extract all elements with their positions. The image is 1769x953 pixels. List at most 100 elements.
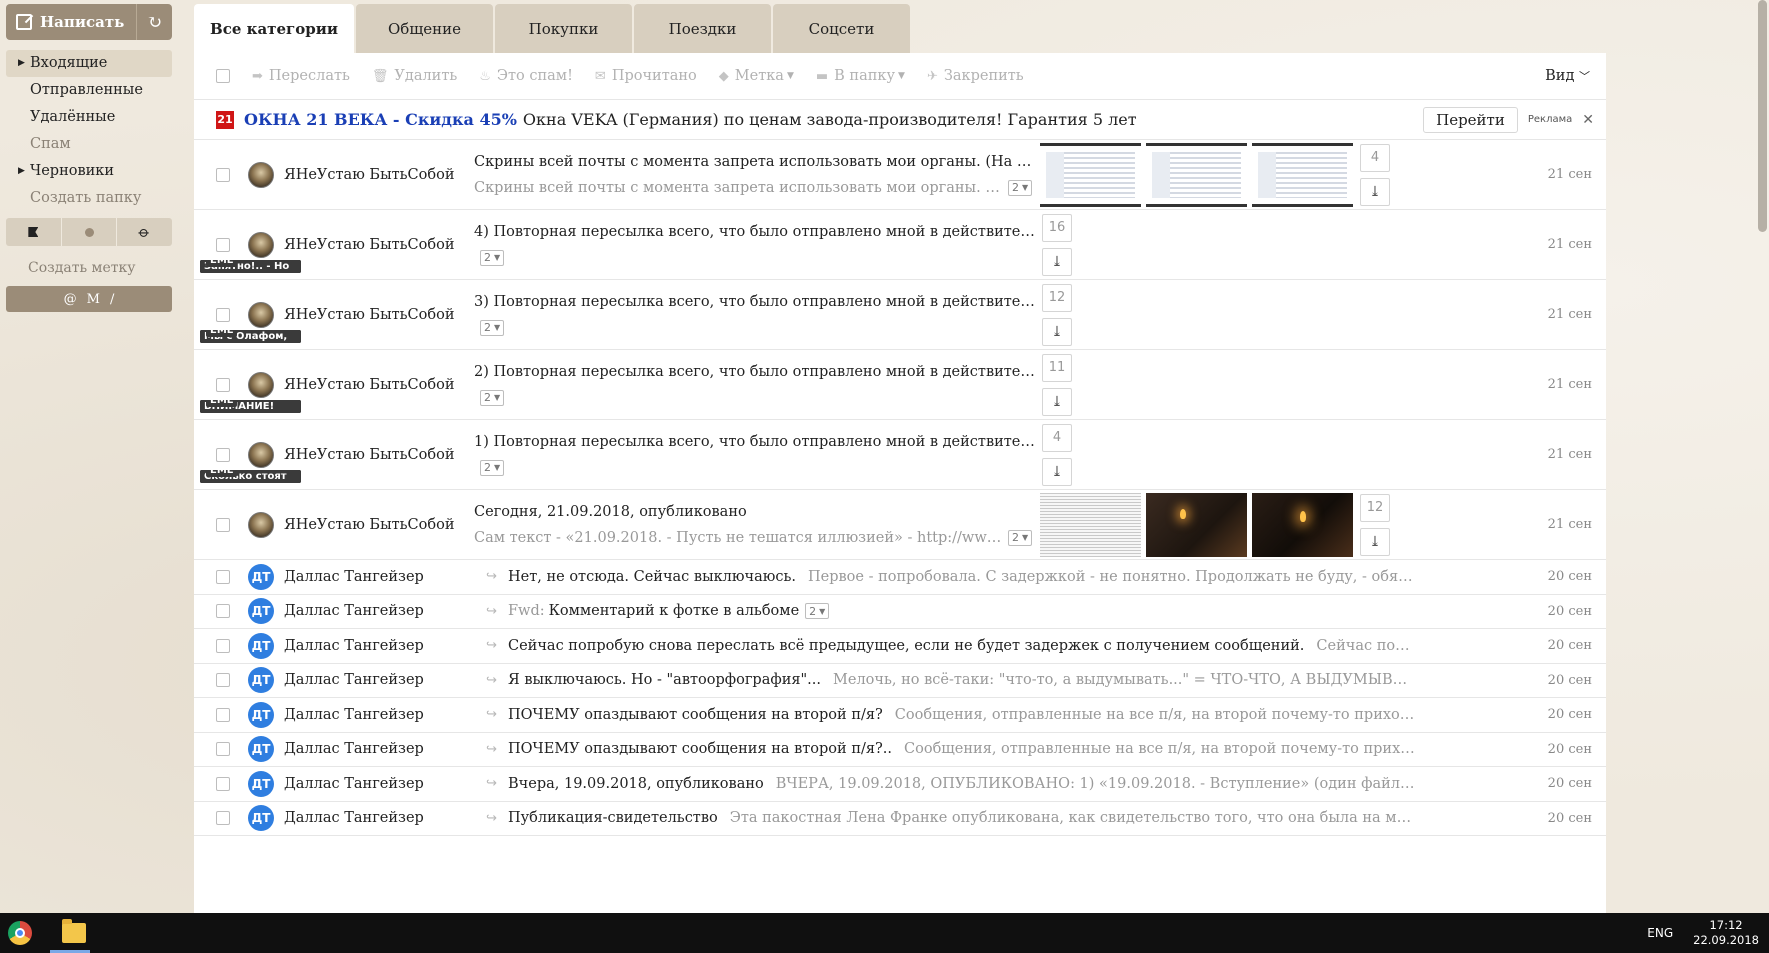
sidebar-folder[interactable]: ▶ Черновики <box>6 158 172 185</box>
select-all-checkbox[interactable] <box>216 69 230 83</box>
attachment-preview[interactable]: ВНИМАНИЕ! !!!!! "ТвиттерEML <box>200 400 301 413</box>
category-tab[interactable]: Общение <box>356 4 493 54</box>
download-icon[interactable]: ⤓ <box>1042 317 1072 346</box>
thread-count-badge[interactable]: 2 ▼ <box>1008 179 1033 196</box>
category-tab[interactable]: Все категории <box>194 4 354 54</box>
message-row[interactable]: ЯНеУстаю БытьСобой 1) Повторная пересылка… <box>194 420 1606 490</box>
scrollbar-thumb[interactable] <box>1758 0 1767 232</box>
mark-read-button[interactable]: ✉ Прочитано <box>595 68 697 84</box>
view-menu-button[interactable]: Вид ﹀ <box>1545 68 1590 84</box>
attachment-preview[interactable]: Мы с Олафом, EML <box>200 330 301 343</box>
ad-go-button[interactable]: Перейти <box>1423 106 1518 133</box>
sidebar-folder[interactable]: Отправленные <box>6 77 172 104</box>
label-button[interactable]: ◆ Метка ▼ <box>719 68 794 84</box>
message-checkbox[interactable] <box>216 167 230 182</box>
sender-name: ЯНеУстаю БытьСобой <box>284 446 455 463</box>
page-scrollbar[interactable] <box>1755 0 1769 913</box>
message-row[interactable]: ЯНеУстаю БытьСобой Сегодня, 21.09.2018, о… <box>194 490 1606 560</box>
ad-title-link[interactable]: ОКНА 21 ВЕКА - Скидка 45% <box>244 110 517 129</box>
system-clock[interactable]: 17:12 22.09.2018 <box>1693 918 1759 948</box>
message-checkbox[interactable] <box>216 742 230 757</box>
message-row[interactable]: ДТ Даллас Тангейзер ↪ Сейчас попробую снова… <box>194 629 1606 664</box>
category-tab[interactable]: Поездки <box>634 4 771 54</box>
message-content: Fwd: Комментарий к фотке в альбоме 2 ▼ <box>508 603 1418 620</box>
download-icon[interactable]: ⤓ <box>1360 527 1390 556</box>
message-row[interactable]: ДТ Даллас Тангейзер ↪ Я выключаюсь. Но - "а… <box>194 664 1606 698</box>
message-checkbox[interactable] <box>216 377 230 392</box>
attachment-preview[interactable]: Сколько стоят органыEML <box>200 470 301 483</box>
service-icon[interactable]: / <box>110 292 114 307</box>
category-tab[interactable]: Покупки <box>495 4 632 54</box>
paperclip-icon: ⌀ <box>135 222 155 242</box>
category-tab[interactable]: Соцсети <box>773 4 910 54</box>
message-row[interactable]: ЯНеУстаю БытьСобой 4) Повторная пересылка… <box>194 210 1606 280</box>
message-checkbox[interactable] <box>216 237 230 252</box>
thread-count-badge[interactable]: 2 ▼ <box>480 249 505 266</box>
delete-button[interactable]: 🗑 Удалить <box>372 68 457 84</box>
message-row[interactable]: ЯНеУстаю БытьСобой 3) Повторная пересылка… <box>194 280 1606 350</box>
message-checkbox[interactable] <box>216 707 230 722</box>
chrome-icon[interactable] <box>8 921 32 945</box>
message-checkbox[interactable] <box>216 604 230 619</box>
attachment-filter-button[interactable]: ⌀ <box>117 218 172 246</box>
message-checkbox[interactable] <box>216 569 230 584</box>
reply-arrow-icon: ↪ <box>486 672 497 688</box>
download-icon[interactable]: ⤓ <box>1360 177 1390 206</box>
attachment-preview[interactable] <box>1040 492 1141 557</box>
message-row[interactable]: ДТ Даллас Тангейзер ↪ Вчера, 19.09.2018, оп… <box>194 767 1606 802</box>
attachment-preview[interactable] <box>1146 492 1247 557</box>
message-checkbox[interactable] <box>216 776 230 791</box>
message-checkbox[interactable] <box>216 673 230 688</box>
attachment-preview[interactable] <box>1252 492 1353 557</box>
message-row[interactable]: ДТ Даллас Тангейзер ↪ Нет, не отсюда. Сейча… <box>194 560 1606 595</box>
thread-count-badge[interactable]: 2 ▼ <box>805 603 830 620</box>
sidebar-folder[interactable]: Удалённые <box>6 104 172 131</box>
service-icon[interactable]: @ <box>64 292 77 307</box>
message-row[interactable]: ДТ Даллас Тангейзер ↪ ПОЧЕМУ опаздывают соо… <box>194 733 1606 767</box>
message-row[interactable]: ДТ Даллас Тангейзер ↪ Публикация-свидетельс… <box>194 802 1606 836</box>
forward-button[interactable]: ➡ Переслать <box>252 68 350 84</box>
service-icon[interactable]: M <box>87 292 100 307</box>
download-icon[interactable]: ⤓ <box>1042 457 1072 486</box>
unread-filter-button[interactable] <box>62 218 118 246</box>
chevron-down-icon: ▼ <box>1022 183 1029 192</box>
sidebar-folder[interactable]: Создать папку <box>6 185 172 212</box>
message-subject: Нет, не отсюда. Сейчас выключаюсь. <box>508 568 796 585</box>
message-row[interactable]: ЯНеУстаю БытьСобой 2) Повторная пересылка… <box>194 350 1606 420</box>
thread-count-badge[interactable]: 2 ▼ <box>480 319 505 336</box>
message-row[interactable]: ДТ Даллас Тангейзер ↪ ПОЧЕМУ опаздывают соо… <box>194 698 1606 733</box>
attachment-preview[interactable] <box>1040 142 1141 207</box>
attachment-actions: 4 ⤓ <box>1042 423 1072 486</box>
spam-button[interactable]: ♨ Это спам! <box>479 68 573 84</box>
create-label-link[interactable]: Создать метку <box>6 254 172 282</box>
message-checkbox[interactable] <box>216 638 230 653</box>
ad-close-icon[interactable]: ✕ <box>1582 112 1594 128</box>
refresh-button[interactable]: ↻ <box>136 4 172 40</box>
sender-name: Даллас Тангейзер <box>284 637 424 654</box>
flag-filter-button[interactable] <box>6 218 62 246</box>
sidebar-folder[interactable]: ▶ Входящие <box>6 50 172 77</box>
pin-button[interactable]: ✈ Закрепить <box>927 68 1024 84</box>
sender-name: Даллас Тангейзер <box>284 603 424 620</box>
thread-count-badge[interactable]: 2 ▼ <box>480 389 505 406</box>
thread-count-badge[interactable]: 2 ▼ <box>480 459 505 476</box>
download-icon[interactable]: ⤓ <box>1042 247 1072 276</box>
pin-label: Закрепить <box>943 68 1024 84</box>
attachment-preview[interactable] <box>1252 142 1353 207</box>
message-checkbox[interactable] <box>216 307 230 322</box>
message-checkbox[interactable] <box>216 447 230 462</box>
message-checkbox[interactable] <box>216 517 230 532</box>
attachment-preview[interactable] <box>1146 142 1247 207</box>
message-checkbox[interactable] <box>216 811 230 826</box>
sidebar-folder[interactable]: Спам <box>6 131 172 158</box>
message-row[interactable]: ДТ Даллас Тангейзер ↪ Fwd: Комментарий к фот… <box>194 595 1606 629</box>
compose-button[interactable]: Написать <box>6 4 136 40</box>
language-indicator[interactable]: ENG <box>1647 926 1673 940</box>
move-to-folder-button[interactable]: ▬ В папку ▼ <box>816 68 905 84</box>
folder-list: ▶ Входящие Отправленные Удалённые Спам ▶ Черно… <box>6 50 172 212</box>
download-icon[interactable]: ⤓ <box>1042 387 1072 416</box>
attachment-preview[interactable]: Занятно!.. - Но из почтыEML <box>200 260 301 273</box>
message-row[interactable]: ЯНеУстаю БытьСобой Скрины всей почты с мо… <box>194 140 1606 210</box>
file-explorer-icon[interactable] <box>62 919 86 943</box>
thread-count-badge[interactable]: 2 ▼ <box>1008 529 1033 546</box>
